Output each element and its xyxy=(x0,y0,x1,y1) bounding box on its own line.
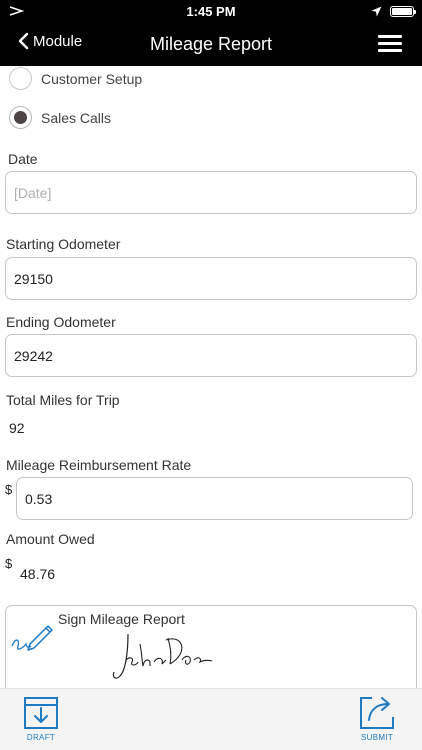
handwritten-signature xyxy=(112,633,213,679)
amount-owed-value: 48.76 xyxy=(20,566,56,582)
reimbursement-rate-field[interactable]: 0.53 xyxy=(16,477,413,520)
total-miles-value: 92 xyxy=(9,420,25,436)
radio-option-sales-calls[interactable]: Sales Calls xyxy=(9,106,111,129)
signature-pad[interactable]: Sign Mileage Report xyxy=(5,605,417,688)
reimbursement-rate-label: Mileage Reimbursement Rate xyxy=(6,457,192,473)
status-time: 1:45 PM xyxy=(186,4,236,19)
starting-odometer-field[interactable]: 29150 xyxy=(5,257,417,300)
ending-odometer-field[interactable]: 29242 xyxy=(5,334,417,377)
currency-symbol: $ xyxy=(5,482,13,497)
battery-icon xyxy=(390,5,416,17)
pen-signature-icon xyxy=(11,625,53,651)
starting-odometer-label: Starting Odometer xyxy=(6,236,121,252)
total-miles-label: Total Miles for Trip xyxy=(6,392,120,408)
draft-button[interactable]: DRAFT xyxy=(22,695,60,742)
radio-label: Sales Calls xyxy=(41,109,112,126)
status-bar: 1:45 PM xyxy=(0,0,422,22)
hamburger-menu-icon[interactable] xyxy=(378,35,402,53)
save-draft-icon xyxy=(24,697,58,729)
ending-odometer-label: Ending Odometer xyxy=(6,314,116,330)
radio-button-selected[interactable] xyxy=(9,106,32,129)
amount-owed-label: Amount Owed xyxy=(6,531,95,547)
page-title: Mileage Report xyxy=(149,34,273,54)
nav-bar: Module Mileage Report xyxy=(0,22,422,66)
draft-label: DRAFT xyxy=(26,733,56,742)
date-label: Date xyxy=(8,151,38,167)
radio-option-customer-setup[interactable]: Customer Setup xyxy=(9,67,142,90)
location-icon xyxy=(371,6,382,16)
form-content: Customer Setup Sales Calls Date [Date] S… xyxy=(0,66,422,688)
radio-button[interactable] xyxy=(9,67,32,90)
signature-label: Sign Mileage Report xyxy=(58,611,185,627)
submit-button[interactable]: SUBMIT xyxy=(358,695,396,742)
bottom-toolbar: DRAFT SUBMIT xyxy=(0,688,422,750)
date-field[interactable]: [Date] xyxy=(5,171,417,214)
submit-share-icon xyxy=(360,697,394,729)
radio-label: Customer Setup xyxy=(41,70,143,87)
currency-symbol: $ xyxy=(5,556,13,571)
submit-label: SUBMIT xyxy=(360,733,394,742)
